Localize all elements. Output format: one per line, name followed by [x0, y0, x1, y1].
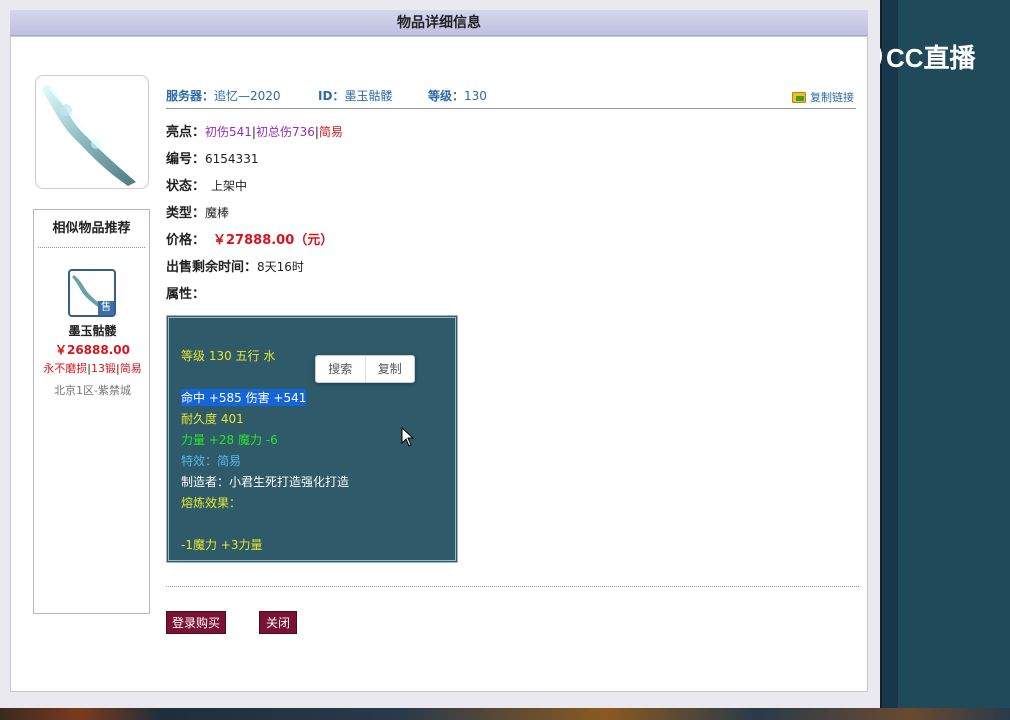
- price-label: 价格：: [166, 233, 206, 248]
- similar-item-price: ￥26888.00: [54, 343, 130, 357]
- price-value: ￥27888.00（元）: [213, 233, 334, 248]
- selection-context-menu: 搜索 复制: [315, 355, 415, 383]
- number-value: 6154331: [205, 152, 259, 166]
- item-image: [35, 75, 149, 189]
- similar-items-title: 相似物品推荐: [38, 210, 145, 248]
- level-value: 130: [464, 89, 487, 103]
- highlight-label: 亮点：: [166, 125, 206, 140]
- attr-line-selected[interactable]: 命中 +585 伤害 +541: [181, 389, 307, 406]
- status-value: 上架中: [211, 179, 248, 193]
- dialog-title: 物品详细信息: [10, 10, 868, 36]
- highlight-tag: 初总伤736: [255, 125, 315, 139]
- number-row: 编号：6154331: [166, 148, 258, 167]
- attr-line: 熔炼效果：: [181, 496, 242, 510]
- attr-line: 耐久度 401: [181, 412, 244, 426]
- similar-item-tags: 永不磨损|13锻|简易: [43, 362, 142, 375]
- status-label: 状态：: [166, 179, 206, 194]
- price-row: 价格： ￥27888.00（元）: [166, 229, 333, 248]
- sell-badge: 售: [98, 301, 114, 315]
- status-row: 状态： 上架中: [166, 175, 247, 194]
- copy-link-label: 复制链接: [810, 91, 854, 104]
- server-value: 追忆—2020: [214, 89, 281, 103]
- highlights-row: 亮点：初伤541|初总伤736|简易: [166, 125, 343, 140]
- item-detail-dialog: 物品详细信息 相似物品推荐 售 墨玉骷髅 ￥26888.00 永不磨损|13锻|…: [0, 0, 880, 708]
- attr-line: 等级 130 五行 水: [181, 349, 276, 363]
- highlight-tag: 初伤541: [205, 125, 252, 139]
- type-row: 类型：魔棒: [166, 202, 229, 221]
- close-button[interactable]: 关闭: [259, 611, 297, 634]
- tag: 永不磨损: [43, 362, 88, 375]
- folder-icon: [792, 91, 806, 103]
- section-divider: [166, 586, 859, 587]
- similar-items-panel: 相似物品推荐 售 墨玉骷髅 ￥26888.00 永不磨损|13锻|简易 北京1区…: [33, 209, 150, 614]
- window-divider: [880, 0, 898, 720]
- server-label: 服务器：: [166, 89, 215, 103]
- attributes-label: 属性：: [166, 287, 206, 302]
- dialog-body: 相似物品推荐 售 墨玉骷髅 ￥26888.00 永不磨损|13锻|简易 北京1区…: [10, 36, 868, 692]
- similar-item-server: 北京1区-紫禁城: [54, 384, 131, 397]
- attr-line: 制造者：小君生死打造强化打造: [181, 475, 350, 489]
- id-value: 墨玉骷髅: [344, 89, 393, 103]
- copy-menu-item[interactable]: 复制: [364, 356, 415, 382]
- remaining-time-row: 出售剩余时间：8天16时: [166, 256, 304, 275]
- copy-link-button[interactable]: 复制链接: [792, 89, 854, 105]
- type-value: 魔棒: [205, 206, 230, 220]
- attr-line: -1魔力 +3力量: [181, 538, 263, 552]
- remaining-label: 出售剩余时间：: [166, 260, 258, 275]
- number-label: 编号：: [166, 152, 206, 167]
- similar-item-name[interactable]: 墨玉骷髅: [34, 322, 151, 339]
- logo-text: CC直播: [886, 42, 976, 73]
- highlight-tag: 简易: [318, 125, 343, 139]
- tag: 简易: [119, 362, 142, 375]
- remaining-value: 8天16时: [257, 260, 304, 274]
- id-label: ID：: [318, 89, 345, 103]
- attr-line: 力量 +28 魔力 -6: [181, 433, 278, 447]
- level-label: 等级：: [428, 89, 465, 103]
- attributes-row: 属性：: [166, 283, 205, 302]
- search-menu-item[interactable]: 搜索: [316, 356, 365, 382]
- attr-line: 特效：简易: [181, 454, 242, 468]
- tag: 13锻: [91, 362, 116, 375]
- type-label: 类型：: [166, 206, 206, 221]
- background-strip: [0, 708, 1010, 720]
- similar-item-thumbnail[interactable]: 售: [68, 269, 116, 317]
- background-panel: [880, 0, 1010, 720]
- login-buy-button[interactable]: 登录购买: [166, 611, 226, 634]
- wand-icon: [42, 84, 136, 186]
- item-info-header: 服务器：追忆—2020 ID：墨玉骷髅 等级：130 复制链接: [166, 81, 856, 109]
